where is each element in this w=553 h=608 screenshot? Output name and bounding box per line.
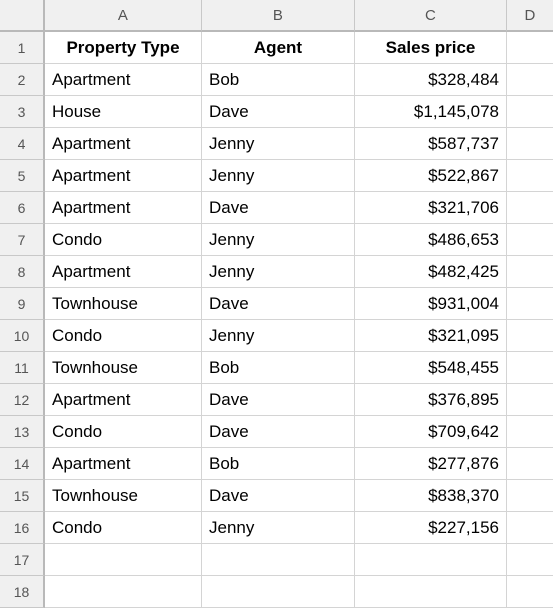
column-header-a[interactable]: A: [45, 0, 202, 32]
cell-B18[interactable]: [202, 576, 355, 608]
cell-C12[interactable]: $376,895: [355, 384, 507, 416]
cell-A9[interactable]: Townhouse: [45, 288, 202, 320]
row-header-2[interactable]: 2: [0, 64, 45, 96]
cell-D11[interactable]: [507, 352, 553, 384]
cell-C2[interactable]: $328,484: [355, 64, 507, 96]
select-all-corner[interactable]: [0, 0, 45, 32]
cell-D14[interactable]: [507, 448, 553, 480]
cell-C16[interactable]: $227,156: [355, 512, 507, 544]
cell-C7[interactable]: $486,653: [355, 224, 507, 256]
cell-C8[interactable]: $482,425: [355, 256, 507, 288]
cell-A6[interactable]: Apartment: [45, 192, 202, 224]
cell-B3[interactable]: Dave: [202, 96, 355, 128]
cell-A17[interactable]: [45, 544, 202, 576]
cell-A2[interactable]: Apartment: [45, 64, 202, 96]
cell-A12[interactable]: Apartment: [45, 384, 202, 416]
cell-C4[interactable]: $587,737: [355, 128, 507, 160]
header-cell-C1[interactable]: Sales price: [355, 32, 507, 64]
cell-B5[interactable]: Jenny: [202, 160, 355, 192]
cell-A4[interactable]: Apartment: [45, 128, 202, 160]
row-header-12[interactable]: 12: [0, 384, 45, 416]
cell-C9[interactable]: $931,004: [355, 288, 507, 320]
cell-D15[interactable]: [507, 480, 553, 512]
column-header-c[interactable]: C: [355, 0, 507, 32]
row-header-6[interactable]: 6: [0, 192, 45, 224]
cell-A8[interactable]: Apartment: [45, 256, 202, 288]
cell-A13[interactable]: Condo: [45, 416, 202, 448]
cell-C15[interactable]: $838,370: [355, 480, 507, 512]
cell-A7[interactable]: Condo: [45, 224, 202, 256]
cell-C6[interactable]: $321,706: [355, 192, 507, 224]
cell-B11[interactable]: Bob: [202, 352, 355, 384]
cell-D5[interactable]: [507, 160, 553, 192]
spreadsheet-grid[interactable]: A B C D 1 2 3 4 5 6 7 8 9 10 11 12 13 14 15 16 17 18 Property …: [0, 0, 553, 608]
cell-A3[interactable]: House: [45, 96, 202, 128]
row-header-18[interactable]: 18: [0, 576, 45, 608]
cell-B10[interactable]: Jenny: [202, 320, 355, 352]
cell-D17[interactable]: [507, 544, 553, 576]
cell-D8[interactable]: [507, 256, 553, 288]
cell-B14[interactable]: Bob: [202, 448, 355, 480]
cell-D7[interactable]: [507, 224, 553, 256]
row-header-1[interactable]: 1: [0, 32, 45, 64]
cell-D9[interactable]: [507, 288, 553, 320]
header-cell-A1[interactable]: Property Type: [45, 32, 202, 64]
header-cell-B1[interactable]: Agent: [202, 32, 355, 64]
row-header-16[interactable]: 16: [0, 512, 45, 544]
cell-D12[interactable]: [507, 384, 553, 416]
row-header-5[interactable]: 5: [0, 160, 45, 192]
row-header-14[interactable]: 14: [0, 448, 45, 480]
cell-B8[interactable]: Jenny: [202, 256, 355, 288]
cell-D16[interactable]: [507, 512, 553, 544]
row-header-15[interactable]: 15: [0, 480, 45, 512]
cell-B12[interactable]: Dave: [202, 384, 355, 416]
cell-C5[interactable]: $522,867: [355, 160, 507, 192]
cell-D13[interactable]: [507, 416, 553, 448]
cell-d1[interactable]: [507, 32, 553, 64]
cell-C18[interactable]: [355, 576, 507, 608]
cell-D10[interactable]: [507, 320, 553, 352]
row-header-17[interactable]: 17: [0, 544, 45, 576]
cell-C10[interactable]: $321,095: [355, 320, 507, 352]
column-header-b[interactable]: B: [202, 0, 355, 32]
cell-C14[interactable]: $277,876: [355, 448, 507, 480]
row-header-13[interactable]: 13: [0, 416, 45, 448]
cell-D3[interactable]: [507, 96, 553, 128]
cell-B16[interactable]: Jenny: [202, 512, 355, 544]
row-header-8[interactable]: 8: [0, 256, 45, 288]
cell-D6[interactable]: [507, 192, 553, 224]
cell-D4[interactable]: [507, 128, 553, 160]
row-header-7[interactable]: 7: [0, 224, 45, 256]
cell-A16[interactable]: Condo: [45, 512, 202, 544]
cell-D2[interactable]: [507, 64, 553, 96]
cell-A18[interactable]: [45, 576, 202, 608]
row-header-4[interactable]: 4: [0, 128, 45, 160]
row-header-10[interactable]: 10: [0, 320, 45, 352]
row-header-3[interactable]: 3: [0, 96, 45, 128]
cell-C13[interactable]: $709,642: [355, 416, 507, 448]
cell-B9[interactable]: Dave: [202, 288, 355, 320]
column-header-d[interactable]: D: [507, 0, 553, 32]
cell-C3[interactable]: $1,145,078: [355, 96, 507, 128]
cell-B2[interactable]: Bob: [202, 64, 355, 96]
cell-B6[interactable]: Dave: [202, 192, 355, 224]
row-header-11[interactable]: 11: [0, 352, 45, 384]
cell-A14[interactable]: Apartment: [45, 448, 202, 480]
cell-A10[interactable]: Condo: [45, 320, 202, 352]
cell-A15[interactable]: Townhouse: [45, 480, 202, 512]
cell-B4[interactable]: Jenny: [202, 128, 355, 160]
cell-B13[interactable]: Dave: [202, 416, 355, 448]
row-header-9[interactable]: 9: [0, 288, 45, 320]
cell-A11[interactable]: Townhouse: [45, 352, 202, 384]
cell-A5[interactable]: Apartment: [45, 160, 202, 192]
cell-B15[interactable]: Dave: [202, 480, 355, 512]
cell-C11[interactable]: $548,455: [355, 352, 507, 384]
cell-B17[interactable]: [202, 544, 355, 576]
cell-B7[interactable]: Jenny: [202, 224, 355, 256]
cell-D18[interactable]: [507, 576, 553, 608]
cell-C17[interactable]: [355, 544, 507, 576]
